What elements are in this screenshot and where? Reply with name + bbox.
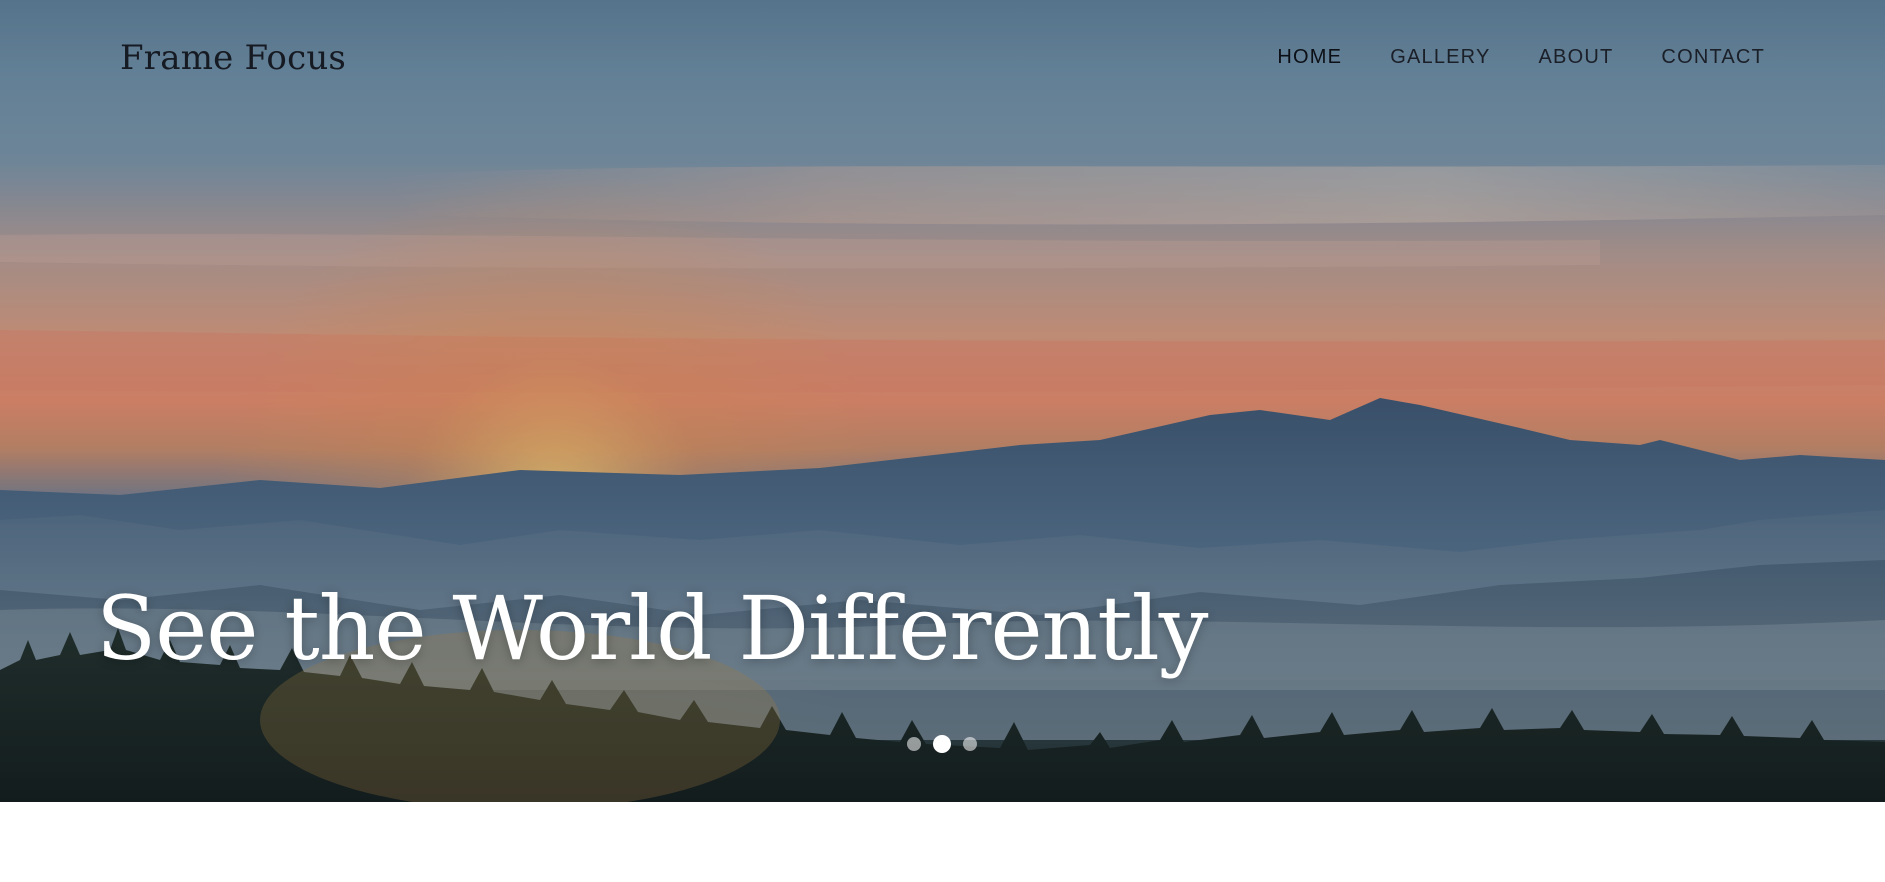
carousel-dot-3[interactable]: [963, 737, 977, 751]
nav-item-about: ABOUT: [1539, 46, 1614, 69]
main-nav: HOME GALLERY ABOUT CONTACT: [1277, 46, 1765, 69]
hero-headline: See the World Differently: [96, 577, 1208, 680]
nav-item-home: HOME: [1277, 46, 1342, 69]
carousel-indicators: [907, 735, 977, 753]
nav-link-gallery[interactable]: GALLERY: [1390, 46, 1490, 68]
brand-logo-text[interactable]: Frame Focus: [120, 38, 346, 78]
nav-link-home[interactable]: HOME: [1277, 46, 1342, 68]
nav-item-gallery: GALLERY: [1390, 46, 1490, 69]
carousel-dot-2[interactable]: [933, 735, 951, 753]
nav-link-contact[interactable]: CONTACT: [1661, 46, 1765, 68]
nav-item-contact: CONTACT: [1661, 46, 1765, 69]
page: Frame Focus HOME GALLERY ABOUT CONTACT S…: [0, 0, 1885, 882]
page-content-area: [0, 802, 1885, 882]
nav-link-about[interactable]: ABOUT: [1539, 46, 1614, 68]
carousel-dot-1[interactable]: [907, 737, 921, 751]
hero-banner: Frame Focus HOME GALLERY ABOUT CONTACT S…: [0, 0, 1885, 802]
hero-overlay: [0, 0, 1885, 802]
